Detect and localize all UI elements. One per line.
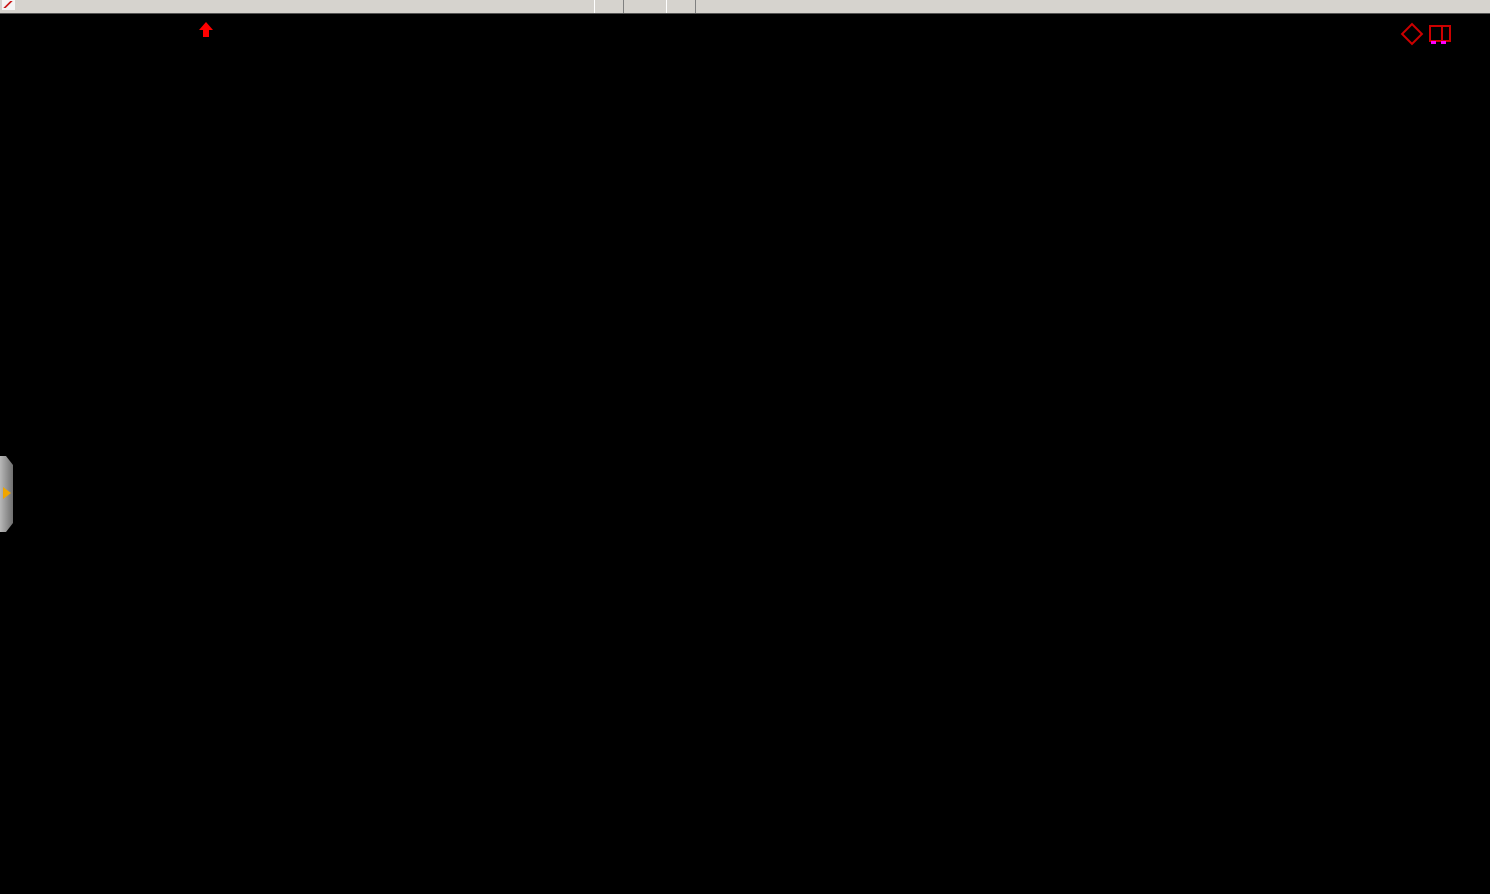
magenta-dash-icon xyxy=(1441,41,1446,44)
app-logo-icon xyxy=(2,0,15,10)
menu-discover-hot[interactable] xyxy=(666,0,696,14)
menu-bar xyxy=(0,0,1490,14)
menu-options-hot[interactable] xyxy=(594,0,624,14)
window-split-icon[interactable] xyxy=(1429,25,1451,42)
magenta-dash-icon xyxy=(1431,41,1436,44)
sidebar-expand-handle[interactable] xyxy=(0,456,13,532)
volume-pane-header xyxy=(3,545,33,562)
trading-terminal xyxy=(0,0,1490,894)
expand-arrow-icon xyxy=(3,487,11,499)
trend-up-arrow-icon xyxy=(199,22,213,37)
kdj-pane-header xyxy=(3,721,43,738)
chart-canvas[interactable] xyxy=(0,0,1490,894)
